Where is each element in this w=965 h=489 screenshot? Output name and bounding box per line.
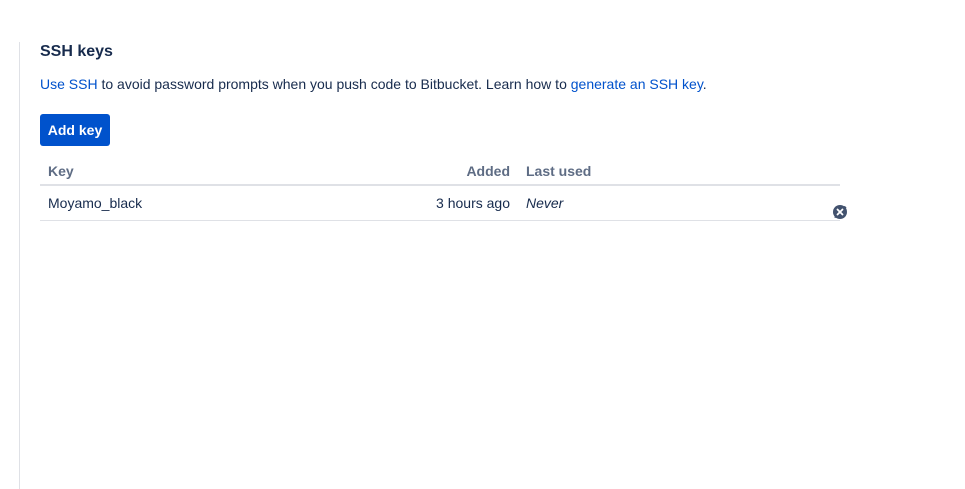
add-key-button[interactable]: Add key xyxy=(40,114,110,146)
ssh-keys-table: Key Added Last used Moyamo_black 3 hours… xyxy=(40,154,847,221)
description-text: to avoid password prompts when you push … xyxy=(97,76,571,92)
description-end: . xyxy=(702,76,707,92)
header-key: Key xyxy=(48,163,74,179)
table-header: Key Added Last used xyxy=(40,154,840,186)
generate-ssh-key-link[interactable]: generate an SSH key xyxy=(571,76,703,92)
use-ssh-link[interactable]: Use SSH xyxy=(40,76,98,92)
key-last-used: Never xyxy=(526,195,564,211)
key-name: Moyamo_black xyxy=(48,195,143,211)
description: Use SSH to avoid password prompts when y… xyxy=(40,76,707,92)
left-divider xyxy=(19,42,20,489)
table-row: Moyamo_black 3 hours ago Never xyxy=(40,186,847,221)
key-added: 3 hours ago xyxy=(436,195,510,211)
header-last-used: Last used xyxy=(526,163,592,179)
page-title: SSH keys xyxy=(40,43,113,60)
close-circle-icon[interactable] xyxy=(832,204,848,220)
header-added: Added xyxy=(466,163,510,179)
